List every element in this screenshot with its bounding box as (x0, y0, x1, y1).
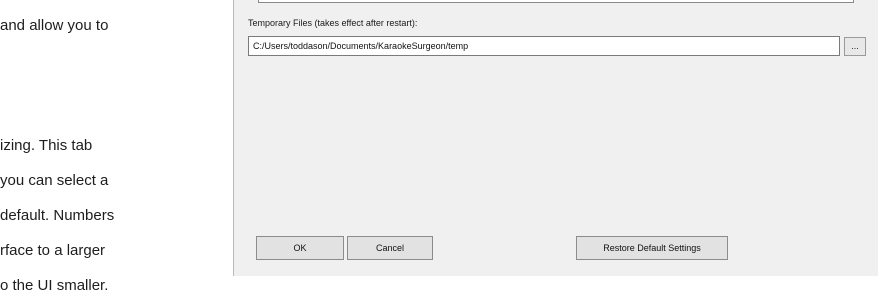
document-line: you can select a (0, 172, 109, 189)
document-line: o the UI smaller. (0, 277, 109, 294)
settings-dialog: Temporary Files (takes effect after rest… (233, 0, 878, 276)
cancel-button[interactable]: Cancel (347, 236, 433, 260)
restore-default-settings-button[interactable]: Restore Default Settings (576, 236, 728, 260)
document-text-area: and allow you to izing. This tab you can… (0, 0, 220, 308)
page-background-strip (233, 276, 878, 308)
ok-button[interactable]: OK (256, 236, 344, 260)
document-line: and allow you to (0, 17, 109, 34)
document-line: default. Numbers (0, 207, 115, 224)
document-line: izing. This tab (0, 137, 93, 154)
temp-files-label: Temporary Files (takes effect after rest… (248, 18, 418, 28)
previous-field-cropped[interactable] (258, 0, 854, 3)
document-line: rface to a larger (0, 242, 106, 259)
temp-files-path-input[interactable] (248, 36, 840, 56)
browse-button[interactable]: ... (844, 37, 866, 56)
